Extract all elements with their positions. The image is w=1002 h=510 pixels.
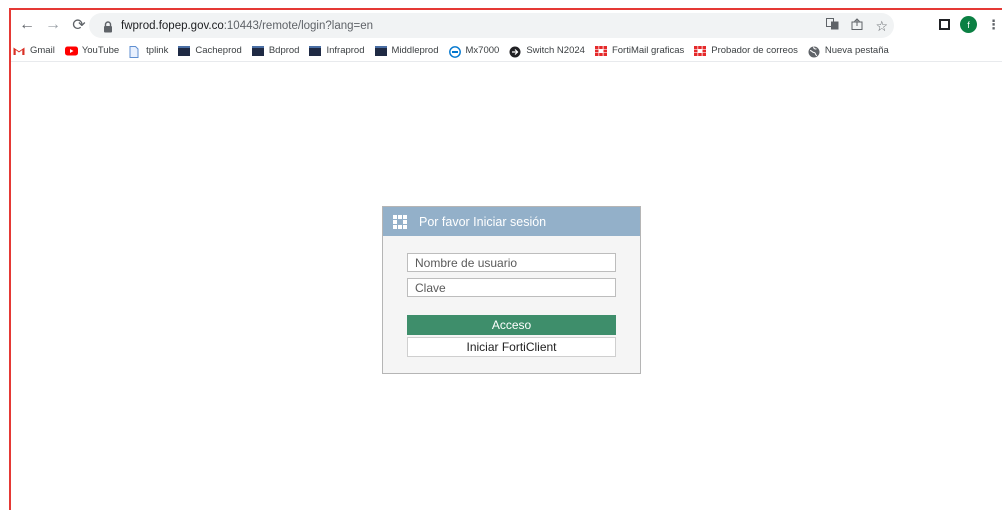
bookmark-label: Switch N2024 [526, 45, 585, 56]
reload-icon[interactable]: ⟳ [67, 13, 91, 37]
sidepanel-icon[interactable] [939, 19, 950, 30]
bookmark-label: YouTube [81, 45, 120, 56]
fortinet-logo-icon [391, 214, 409, 229]
bookmark-label: FortiMail graficas [611, 45, 685, 56]
login-panel: Por favor Iniciar sesión Acceso Iniciar … [382, 206, 641, 374]
bookmark-infraprod[interactable]: Infraprod [309, 45, 365, 56]
terminal-icon [178, 45, 191, 56]
star-icon[interactable]: ☆ [875, 19, 888, 33]
page-icon [129, 45, 141, 58]
back-icon[interactable]: ← [15, 13, 39, 37]
bookmark-middleprod[interactable]: Middleprod [374, 45, 439, 56]
bookmark-label: Mx7000 [465, 45, 500, 56]
bookmark-gmail[interactable]: Gmail [13, 45, 55, 56]
bookmark-bdprod[interactable]: Bdprod [251, 45, 300, 56]
share-icon[interactable] [851, 18, 863, 33]
bookmark-label: Infraprod [326, 45, 365, 56]
gmail-icon [13, 46, 25, 56]
globe-icon [808, 46, 820, 57]
switch-icon [509, 46, 521, 57]
bookmark-label: Gmail [30, 45, 55, 56]
profile-avatar[interactable]: f [960, 16, 977, 33]
url-text[interactable]: fwprod.fopep.gov.co:10443/remote/login?l… [121, 20, 373, 32]
address-bar[interactable]: fwprod.fopep.gov.co:10443/remote/login?l… [89, 13, 894, 38]
omnibox-actions: ☆ [826, 16, 888, 35]
launch-forticlient-button[interactable]: Iniciar FortiClient [407, 337, 616, 357]
youtube-icon [64, 46, 78, 56]
password-input[interactable] [407, 278, 616, 297]
terminal-icon [374, 45, 387, 56]
browser-tools: f ⋮ [939, 16, 1000, 33]
login-button[interactable]: Acceso [407, 315, 616, 335]
terminal-icon [309, 45, 322, 56]
bookmark-label: Cacheprod [195, 45, 242, 56]
bookmark-cacheprod[interactable]: Cacheprod [178, 45, 242, 56]
dell-icon [448, 45, 461, 58]
login-header: Por favor Iniciar sesión [383, 207, 640, 236]
bookmark-youtube[interactable]: YouTube [64, 45, 120, 56]
bookmark-label: Middleprod [391, 45, 439, 56]
bookmark-tplink[interactable]: tplink [129, 45, 169, 58]
username-input[interactable] [407, 253, 616, 272]
bookmark-label: Bdprod [268, 45, 300, 56]
bookmark-label: Probador de correos [711, 45, 798, 56]
bookmark-mx7000[interactable]: Mx7000 [448, 45, 500, 58]
bookmarks-bar: Gmail YouTube tplink Cacheprod Bdprod In… [11, 40, 1002, 62]
bookmark-switch-n2024[interactable]: Switch N2024 [509, 45, 585, 57]
bookmark-fortimail-graficas[interactable]: FortiMail graficas [594, 45, 685, 56]
fortinet-icon [594, 45, 607, 56]
bookmark-label: tplink [146, 45, 169, 56]
bookmark-label: Nueva pestaña [824, 45, 889, 56]
kebab-icon[interactable]: ⋮ [987, 17, 1000, 33]
terminal-icon [251, 45, 264, 56]
bookmark-nueva-pestana[interactable]: Nueva pestaña [808, 45, 889, 57]
forward-icon[interactable]: → [41, 13, 65, 37]
lock-icon[interactable] [103, 20, 113, 32]
bookmark-probador-de-correos[interactable]: Probador de correos [694, 45, 798, 56]
translate-icon[interactable] [826, 18, 839, 33]
login-title: Por favor Iniciar sesión [419, 214, 547, 229]
fortinet-icon [694, 45, 707, 56]
